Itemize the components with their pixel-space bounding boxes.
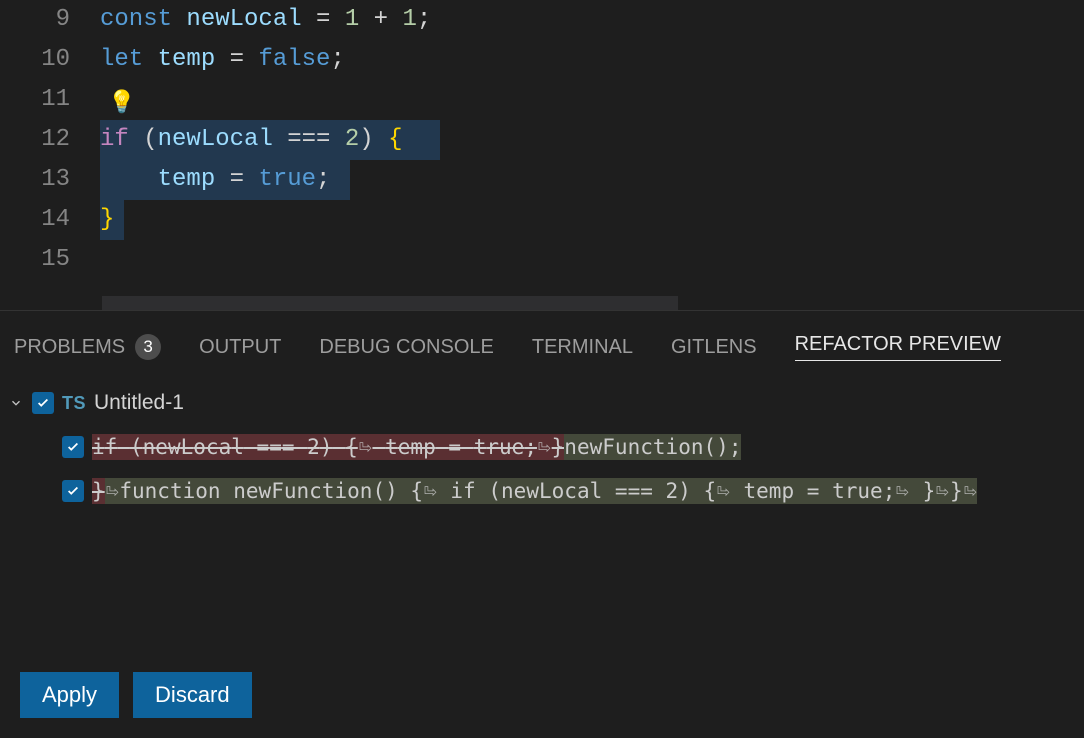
diff-text: }⏎function newFunction() {⏎ if (newLocal… (92, 479, 977, 503)
line-number-gutter: 9101112131415 (0, 0, 100, 280)
discard-button[interactable]: Discard (133, 672, 252, 718)
newline-glyph: ⏎ (716, 479, 731, 503)
typescript-file-icon: TS (62, 393, 86, 414)
line-number: 13 (0, 160, 70, 200)
apply-button[interactable]: Apply (20, 672, 119, 718)
code-line[interactable] (100, 80, 1084, 120)
refactor-preview-body: TS Untitled-1 if (newLocal === 2) {⏎ tem… (0, 377, 1084, 660)
tab-debug-console[interactable]: DEBUG CONSOLE (319, 336, 493, 359)
tab-gitlens[interactable]: GITLENS (671, 336, 757, 359)
file-checkbox[interactable] (32, 392, 54, 414)
newline-glyph: ⏎ (105, 479, 120, 503)
horizontal-scrollbar[interactable] (102, 296, 678, 310)
newline-glyph: ⏎ (935, 479, 950, 503)
change-row[interactable]: }⏎function newFunction() {⏎ if (newLocal… (8, 469, 1076, 513)
chevron-down-icon[interactable] (8, 395, 24, 411)
file-row[interactable]: TS Untitled-1 (8, 381, 1076, 425)
line-number: 10 (0, 40, 70, 80)
line-number: 11 (0, 80, 70, 120)
bottom-panel: PROBLEMS 3 OUTPUT DEBUG CONSOLE TERMINAL… (0, 310, 1084, 738)
tab-problems[interactable]: PROBLEMS 3 (14, 334, 161, 360)
code-content[interactable]: 💡 const newLocal = 1 + 1;let temp = fals… (100, 0, 1084, 280)
code-line[interactable]: let temp = false; (100, 40, 1084, 80)
tab-refactor-preview[interactable]: REFACTOR PREVIEW (795, 333, 1001, 361)
code-line[interactable]: } (100, 200, 1084, 240)
change-checkbox[interactable] (62, 480, 84, 502)
diff-text: if (newLocal === 2) {⏎ temp = true;⏎}new… (92, 435, 741, 459)
newline-glyph: ⏎ (963, 479, 978, 503)
panel-actions: Apply Discard (0, 660, 1084, 738)
tab-problems-label: PROBLEMS (14, 336, 125, 359)
newline-glyph: ⏎ (537, 435, 552, 459)
code-line[interactable]: if (newLocal === 2) { (100, 120, 1084, 160)
file-name: Untitled-1 (94, 391, 184, 415)
code-line[interactable]: const newLocal = 1 + 1; (100, 0, 1084, 40)
change-checkbox[interactable] (62, 436, 84, 458)
code-editor[interactable]: 9101112131415 💡 const newLocal = 1 + 1;l… (0, 0, 1084, 310)
tab-output[interactable]: OUTPUT (199, 336, 281, 359)
newline-glyph: ⏎ (358, 435, 373, 459)
tab-terminal[interactable]: TERMINAL (532, 336, 633, 359)
newline-glyph: ⏎ (423, 479, 438, 503)
line-number: 14 (0, 200, 70, 240)
change-row[interactable]: if (newLocal === 2) {⏎ temp = true;⏎}new… (8, 425, 1076, 469)
line-number: 12 (0, 120, 70, 160)
panel-tabs: PROBLEMS 3 OUTPUT DEBUG CONSOLE TERMINAL… (0, 319, 1084, 377)
line-number: 15 (0, 240, 70, 280)
code-line[interactable]: temp = true; (100, 160, 1084, 200)
line-number: 9 (0, 0, 70, 40)
newline-glyph: ⏎ (895, 479, 910, 503)
problems-count-badge: 3 (135, 334, 161, 360)
code-line[interactable] (100, 240, 1084, 280)
